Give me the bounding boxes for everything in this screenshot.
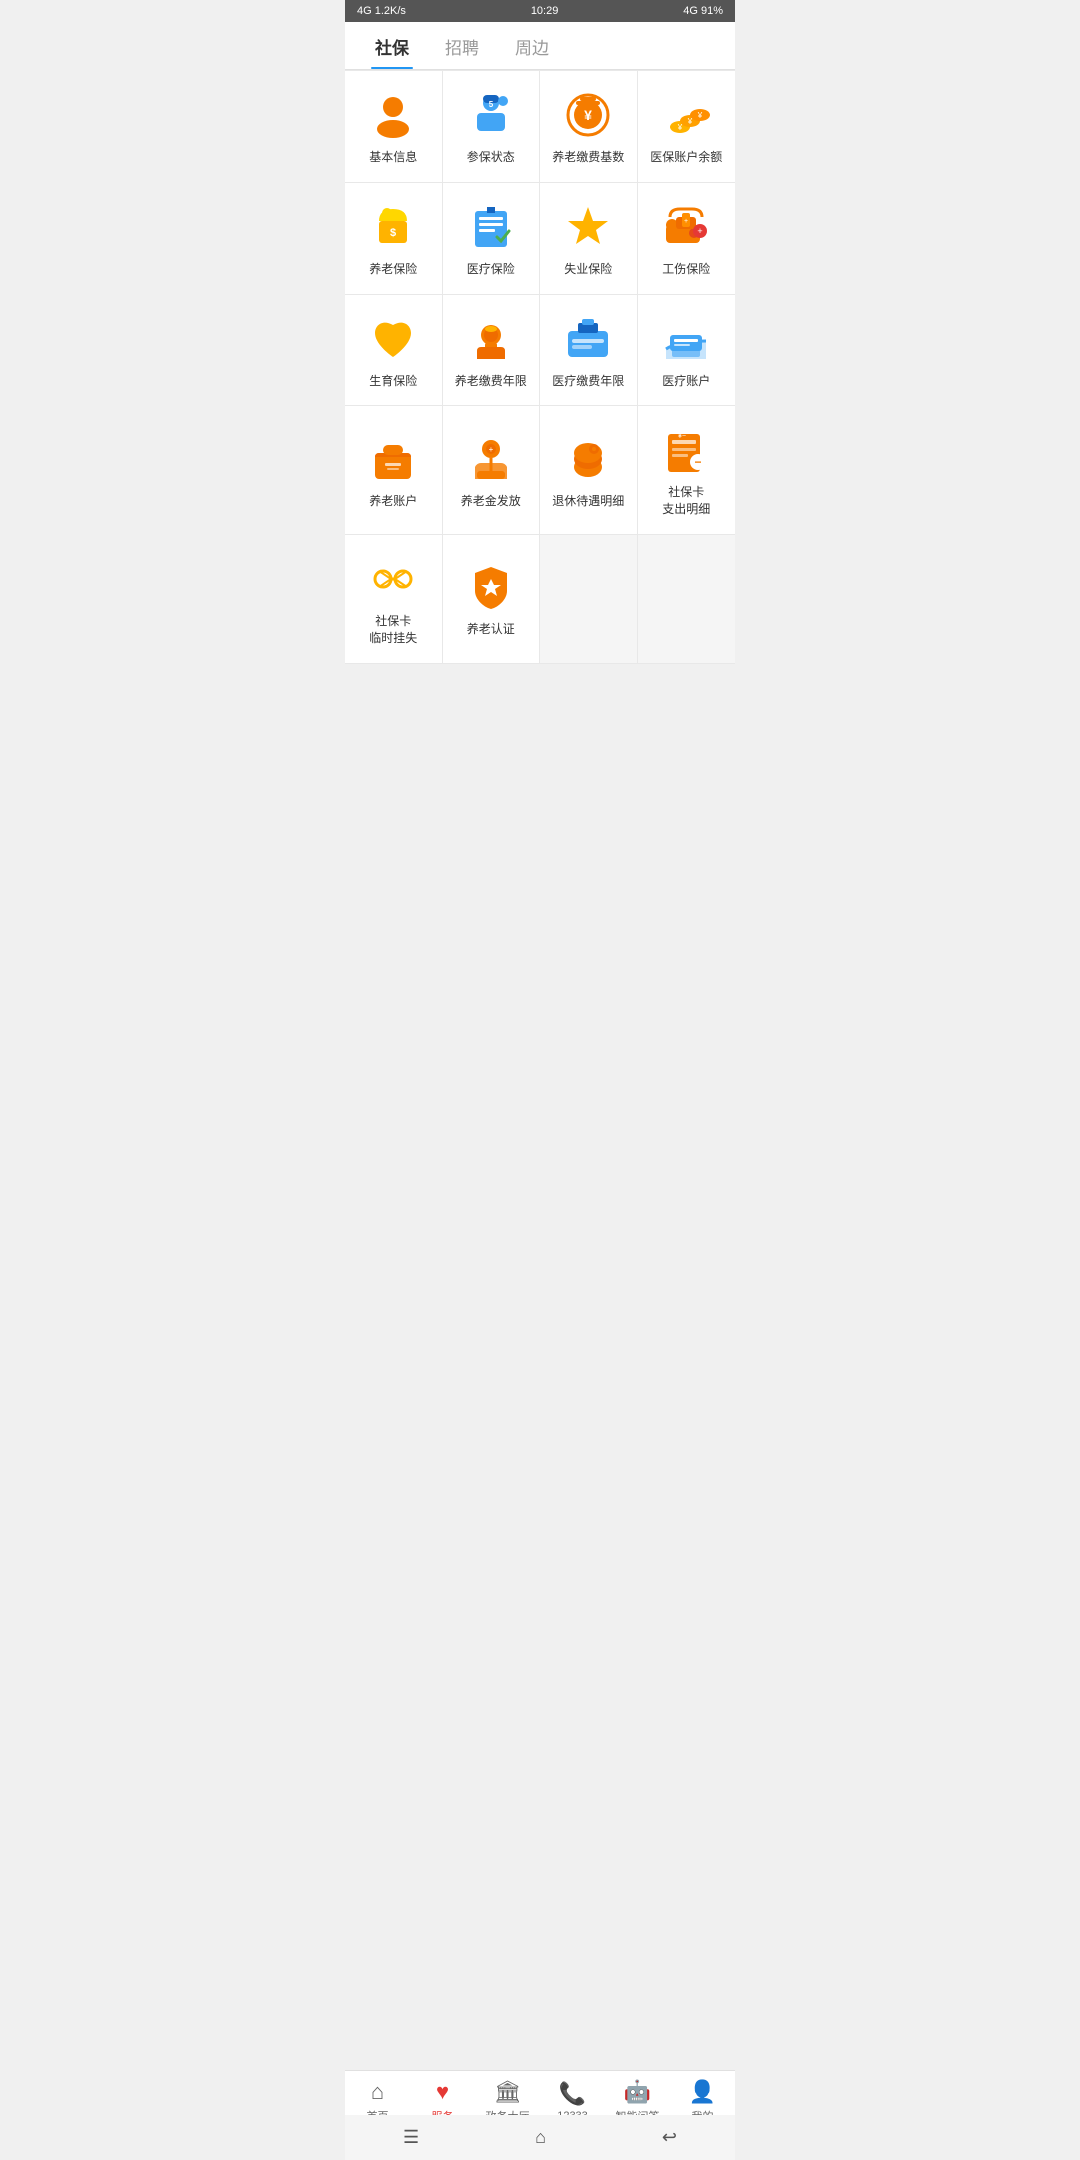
unemployment-insurance-label: 失业保险	[564, 261, 612, 278]
gray-area	[345, 664, 735, 864]
service-grid: 基本信息 5 参保状态 ¥ 养老缴费基数	[345, 70, 735, 664]
medical-insurance-label: 医疗保险	[467, 261, 515, 278]
pension-insurance-icon: $ $	[367, 201, 419, 253]
pension-years-label: 养老缴费年限	[455, 373, 527, 390]
grid-item-pension-payment[interactable]: + 养老金发放	[443, 406, 541, 535]
svg-text:+: +	[488, 445, 493, 454]
status-time: 10:29	[531, 5, 559, 17]
status-left: 4G 1.2K/s	[357, 5, 406, 17]
menu-button[interactable]: ☰	[383, 2123, 439, 2152]
svg-text:+: +	[684, 218, 688, 225]
card-suspend-label: 社保卡临时挂失	[369, 613, 417, 647]
grid-item-empty-1	[540, 535, 638, 664]
pension-payment-icon: +	[465, 433, 517, 485]
svg-text:5: 5	[489, 100, 494, 109]
pension-auth-label: 养老认证	[467, 621, 515, 638]
tab-shebao[interactable]: 社保	[357, 22, 427, 69]
card-suspend-icon	[367, 553, 419, 605]
grid-item-pension-auth[interactable]: 养老认证	[443, 535, 541, 664]
grid-item-pension-years[interactable]: 养老缴费年限	[443, 295, 541, 407]
medical-insurance-icon	[465, 201, 517, 253]
signal-text: 4G 1.2K/s	[357, 5, 406, 17]
pension-years-icon	[465, 313, 517, 365]
person-outline-icon: 👤	[689, 2079, 716, 2105]
svg-text:+: +	[698, 226, 703, 236]
grid-item-unemployment-insurance[interactable]: 失业保险	[540, 183, 638, 295]
svg-text:¥: ¥	[687, 117, 693, 126]
home-button[interactable]: ⌂	[515, 2123, 566, 2152]
grid-item-medical-years[interactable]: 医疗缴费年限	[540, 295, 638, 407]
pension-insurance-label: 养老保险	[369, 261, 417, 278]
pension-account-label: 养老账户	[369, 493, 417, 510]
pension-base-icon: ¥	[562, 89, 614, 141]
tab-zhoubian[interactable]: 周边	[497, 22, 567, 69]
tab-zhaopin[interactable]: 招聘	[427, 22, 497, 69]
pension-auth-icon	[465, 561, 517, 613]
svg-text:¥−: ¥−	[678, 433, 686, 440]
grid-item-social-card-expense[interactable]: − ¥− 社保卡支出明细	[638, 406, 736, 535]
basic-info-icon	[367, 89, 419, 141]
insurance-status-icon: 5	[465, 89, 517, 141]
svg-text:$: $	[390, 227, 396, 239]
svg-text:¥: ¥	[697, 111, 703, 120]
battery-text: 4G 91%	[683, 5, 723, 17]
system-nav-bar: ☰ ⌂ ↩	[345, 2115, 735, 2160]
social-card-expense-label: 社保卡支出明细	[662, 484, 710, 518]
medical-account-label: 医疗账户	[662, 373, 710, 390]
grid-item-retirement-detail[interactable]: 退休待遇明细	[540, 406, 638, 535]
grid-item-work-injury-insurance[interactable]: + + 工伤保险	[638, 183, 736, 295]
grid-item-maternity-insurance[interactable]: 生育保险	[345, 295, 443, 407]
social-card-expense-icon: − ¥−	[660, 424, 712, 476]
status-right: 4G 91%	[683, 5, 723, 17]
maternity-insurance-icon	[367, 313, 419, 365]
grid-item-pension-base[interactable]: ¥ 养老缴费基数	[540, 71, 638, 183]
svg-text:¥: ¥	[584, 107, 592, 123]
medical-account-icon	[660, 313, 712, 365]
basic-info-label: 基本信息	[369, 149, 417, 166]
medical-years-icon	[562, 313, 614, 365]
grid-item-medical-account[interactable]: 医疗账户	[638, 295, 736, 407]
back-button[interactable]: ↩	[642, 2123, 697, 2152]
robot-icon: 🤖	[624, 2079, 651, 2105]
work-injury-insurance-label: 工伤保险	[662, 261, 710, 278]
grid-item-basic-info[interactable]: 基本信息	[345, 71, 443, 183]
medical-balance-icon: ¥ ¥ ¥	[660, 89, 712, 141]
unemployment-insurance-icon	[562, 201, 614, 253]
tab-bar: 社保 招聘 周边	[345, 22, 735, 70]
work-injury-insurance-icon: + +	[660, 201, 712, 253]
grid-item-empty-2	[638, 535, 736, 664]
grid-item-pension-insurance[interactable]: $ $ 养老保险	[345, 183, 443, 295]
home-icon: ⌂	[371, 2079, 384, 2105]
grid-item-pension-account[interactable]: 养老账户	[345, 406, 443, 535]
pension-account-icon	[367, 433, 419, 485]
phone-icon: 📞	[559, 2081, 586, 2107]
heart-icon: ♥	[436, 2079, 449, 2105]
maternity-insurance-label: 生育保险	[369, 373, 417, 390]
status-bar: 4G 1.2K/s 10:29 4G 91%	[345, 0, 735, 22]
grid-item-medical-insurance[interactable]: 医疗保险	[443, 183, 541, 295]
medical-years-label: 医疗缴费年限	[552, 373, 624, 390]
medical-balance-label: 医保账户余额	[650, 149, 722, 166]
svg-text:¥: ¥	[677, 123, 683, 132]
bank-icon: 🏛	[494, 2079, 522, 2105]
pension-payment-label: 养老金发放	[461, 493, 521, 510]
retirement-detail-icon	[562, 433, 614, 485]
pension-base-label: 养老缴费基数	[552, 149, 624, 166]
retirement-detail-label: 退休待遇明细	[552, 493, 624, 510]
insurance-status-label: 参保状态	[467, 149, 515, 166]
grid-item-card-suspend[interactable]: 社保卡临时挂失	[345, 535, 443, 664]
grid-item-medical-balance[interactable]: ¥ ¥ ¥ 医保账户余额	[638, 71, 736, 183]
svg-text:−: −	[695, 455, 702, 469]
grid-item-insurance-status[interactable]: 5 参保状态	[443, 71, 541, 183]
